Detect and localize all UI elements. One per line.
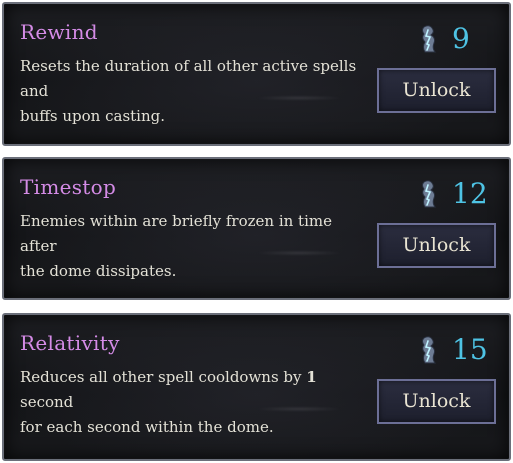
spell-description: Resets the duration of all other active …	[20, 54, 370, 129]
description-line: Resets the duration of all other active …	[20, 57, 357, 100]
crystal-currency-icon	[422, 180, 436, 208]
spell-name: Rewind	[20, 20, 98, 44]
spell-name: Relativity	[20, 331, 120, 355]
unlock-button[interactable]: Unlock	[377, 379, 496, 424]
spell-card-rewind: Rewind Resets the duration of all other …	[2, 2, 511, 146]
spell-cost: 12	[416, 177, 496, 211]
spell-cost: 9	[416, 22, 496, 56]
description-line: the dome dissipates.	[20, 262, 177, 280]
unlock-button[interactable]: Unlock	[377, 68, 496, 113]
spell-name: Timestop	[20, 175, 117, 199]
cost-value: 15	[452, 333, 488, 366]
spell-description: Reduces all other spell cooldowns by 1 s…	[20, 365, 370, 440]
cost-value: 12	[452, 177, 488, 210]
spell-unlock-list: Rewind Resets the duration of all other …	[0, 0, 513, 463]
crystal-currency-icon	[422, 336, 436, 364]
spell-card-relativity: Relativity Reduces all other spell coold…	[2, 313, 511, 461]
cost-value: 9	[452, 22, 470, 55]
description-line: for each second within the dome.	[20, 418, 274, 436]
spell-card-timestop: Timestop Enemies within are briefly froz…	[2, 157, 511, 300]
unlock-button[interactable]: Unlock	[377, 223, 496, 268]
spell-description: Enemies within are briefly frozen in tim…	[20, 209, 370, 284]
spell-cost: 15	[416, 333, 496, 367]
description-line: buffs upon casting.	[20, 107, 166, 125]
description-bold-number: 1	[306, 368, 317, 386]
description-text: Reduces all other spell cooldowns by	[20, 368, 307, 386]
description-text: second	[20, 393, 74, 411]
crystal-currency-icon	[422, 25, 436, 53]
description-line: Enemies within are briefly frozen in tim…	[20, 212, 332, 255]
